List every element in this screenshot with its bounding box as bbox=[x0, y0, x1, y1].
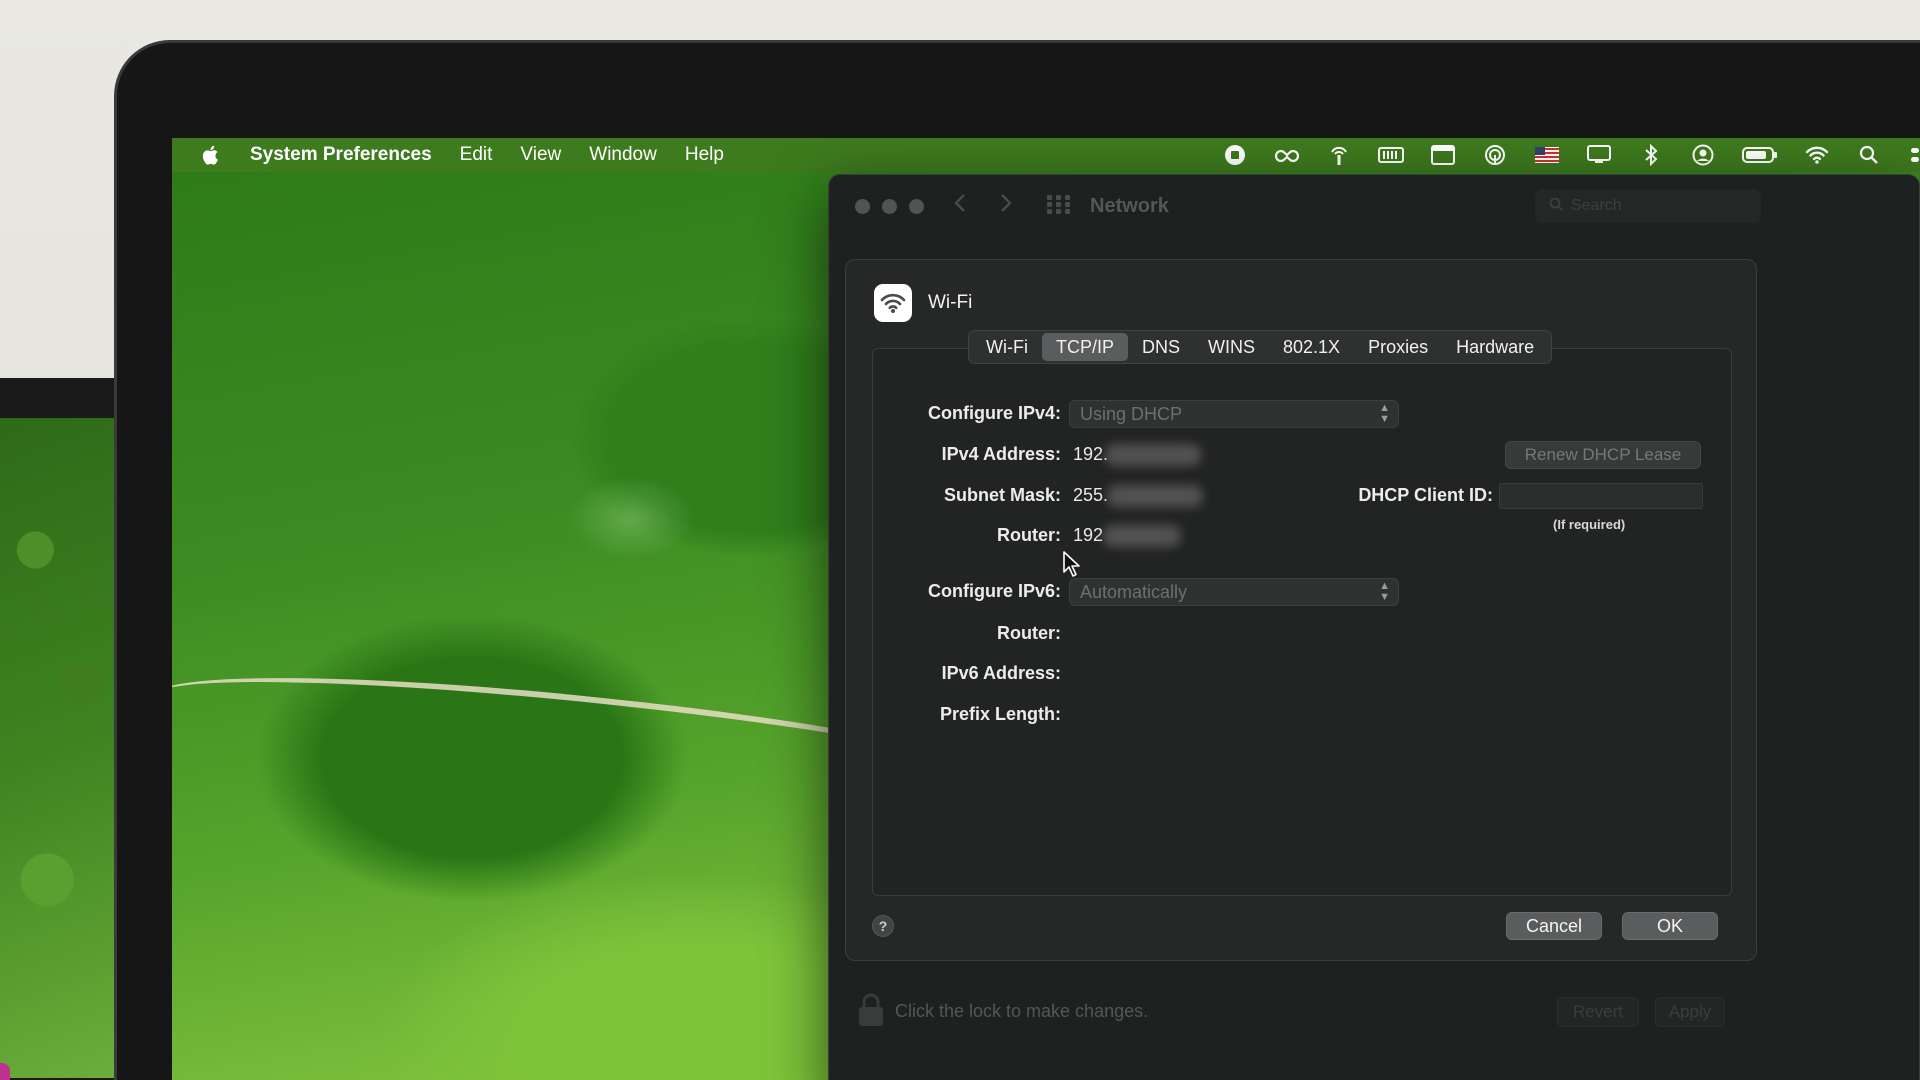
prefix-length-label: Prefix Length: bbox=[939, 704, 1061, 724]
ipv4-address-redacted bbox=[1105, 444, 1201, 466]
menu-window[interactable]: Window bbox=[589, 144, 657, 166]
battery-icon[interactable] bbox=[1742, 144, 1778, 166]
tab-wins[interactable]: WINS bbox=[1194, 333, 1269, 361]
lock-icon[interactable] bbox=[857, 993, 885, 1032]
dhcp-client-id-label: DHCP Client ID: bbox=[1358, 485, 1493, 505]
menu-edit[interactable]: Edit bbox=[460, 144, 493, 166]
tab-panel: Configure IPv4: Using DHCP ▲ ▼ IPv4 Addre… bbox=[872, 348, 1732, 896]
window-title: Network bbox=[1090, 194, 1169, 217]
zoom-button[interactable] bbox=[909, 198, 924, 214]
search-placeholder: Search bbox=[1571, 197, 1622, 214]
control-center-icon[interactable] bbox=[1908, 144, 1920, 166]
subnet-mask-label: Subnet Mask: bbox=[943, 485, 1061, 505]
tab-wifi[interactable]: Wi-Fi bbox=[972, 333, 1042, 361]
second-monitor-wallpaper bbox=[0, 418, 118, 1078]
configure-ipv6-label: Configure IPv6: bbox=[927, 581, 1061, 601]
flag-us-icon[interactable] bbox=[1534, 144, 1560, 166]
search-icon bbox=[1549, 197, 1563, 216]
minimize-button[interactable] bbox=[882, 198, 897, 214]
tab-bar: Wi-Fi TCP/IP DNS WINS 802.1X Proxies Har… bbox=[968, 330, 1553, 364]
revert-button[interactable]: Revert bbox=[1557, 997, 1639, 1027]
configure-ipv4-popup[interactable]: Using DHCP ▲ ▼ bbox=[1069, 400, 1399, 428]
help-button[interactable]: ? bbox=[872, 915, 894, 937]
window-titlebar: Network Search bbox=[829, 175, 1919, 237]
configure-ipv4-label: Configure IPv4: bbox=[927, 403, 1061, 423]
forward-arrow-icon[interactable] bbox=[1000, 193, 1012, 219]
apply-button[interactable]: Apply bbox=[1655, 997, 1725, 1027]
interface-name: Wi-Fi bbox=[928, 292, 973, 313]
menu-bar: System Preferences Edit View Window Help bbox=[172, 138, 1920, 172]
display-icon[interactable] bbox=[1586, 144, 1612, 166]
ok-button[interactable]: OK bbox=[1622, 912, 1718, 940]
mouse-pointer-icon bbox=[1062, 550, 1082, 583]
status-menu-area bbox=[1222, 138, 1920, 172]
creative-cloud-icon[interactable] bbox=[1274, 144, 1300, 166]
configure-ipv4-value: Using DHCP bbox=[1080, 403, 1183, 424]
network-window: Network Search Wi-Fi Configure IPv4: Usi… bbox=[828, 174, 1920, 1080]
tab-8021x[interactable]: 802.1X bbox=[1269, 333, 1354, 361]
spotlight-search-icon[interactable] bbox=[1856, 144, 1882, 166]
router-v4-label: Router: bbox=[997, 525, 1061, 545]
lock-message: Click the lock to make changes. bbox=[895, 1001, 1149, 1021]
configure-ipv6-value: Automatically bbox=[1080, 581, 1188, 602]
sheet-header: Wi-Fi bbox=[874, 284, 972, 322]
menu-view[interactable]: View bbox=[520, 144, 561, 166]
memory-icon[interactable] bbox=[1378, 144, 1404, 166]
configure-ipv6-popup[interactable]: Automatically ▲ ▼ bbox=[1069, 578, 1399, 606]
menu-app-name[interactable]: System Preferences bbox=[250, 144, 432, 166]
ipv6-address-label: IPv6 Address: bbox=[941, 663, 1061, 683]
cancel-button[interactable]: Cancel bbox=[1506, 912, 1602, 940]
user-icon[interactable] bbox=[1690, 144, 1716, 166]
advanced-settings-sheet: Wi-Fi Configure IPv4: Using DHCP ▲ ▼ IPv4… bbox=[845, 259, 1757, 961]
wifi-service-icon bbox=[874, 284, 912, 322]
router-v4-value: 192 bbox=[1073, 525, 1104, 545]
if-required-hint: (If required) bbox=[1553, 517, 1626, 532]
tab-hardware[interactable]: Hardware bbox=[1442, 333, 1548, 361]
router-v4-redacted bbox=[1103, 525, 1181, 547]
menu-help[interactable]: Help bbox=[685, 144, 724, 166]
popup-chevrons-icon: ▲ ▼ bbox=[1379, 580, 1390, 603]
back-arrow-icon[interactable] bbox=[954, 193, 966, 219]
tab-proxies[interactable]: Proxies bbox=[1354, 333, 1442, 361]
router-v6-label: Router: bbox=[997, 623, 1061, 643]
close-button[interactable] bbox=[855, 198, 870, 214]
dhcp-client-id-field[interactable] bbox=[1499, 483, 1703, 509]
airdrop-icon[interactable] bbox=[1326, 144, 1352, 166]
screen-record-icon[interactable] bbox=[1222, 144, 1248, 166]
subnet-mask-value: 255. bbox=[1073, 485, 1109, 505]
desktop-screen: System Preferences Edit View Window Help bbox=[172, 138, 1920, 1080]
window-icon[interactable] bbox=[1430, 144, 1456, 166]
show-all-grid-icon[interactable] bbox=[1046, 194, 1072, 219]
wifi-icon[interactable] bbox=[1804, 144, 1830, 166]
bluetooth-icon[interactable] bbox=[1638, 144, 1664, 166]
subnet-mask-redacted bbox=[1107, 485, 1203, 507]
search-field[interactable]: Search bbox=[1535, 189, 1761, 223]
second-monitor-magenta-tab bbox=[0, 1063, 10, 1080]
hotspot-icon[interactable] bbox=[1482, 144, 1508, 166]
popup-chevrons-icon: ▲ ▼ bbox=[1379, 402, 1390, 425]
tab-dns[interactable]: DNS bbox=[1128, 333, 1194, 361]
tab-tcpip[interactable]: TCP/IP bbox=[1041, 333, 1128, 361]
renew-dhcp-lease-button[interactable]: Renew DHCP Lease bbox=[1505, 441, 1701, 469]
ipv4-address-label: IPv4 Address: bbox=[941, 444, 1061, 464]
apple-menu-icon[interactable] bbox=[202, 145, 220, 165]
ipv4-address-value: 192. bbox=[1073, 444, 1109, 464]
